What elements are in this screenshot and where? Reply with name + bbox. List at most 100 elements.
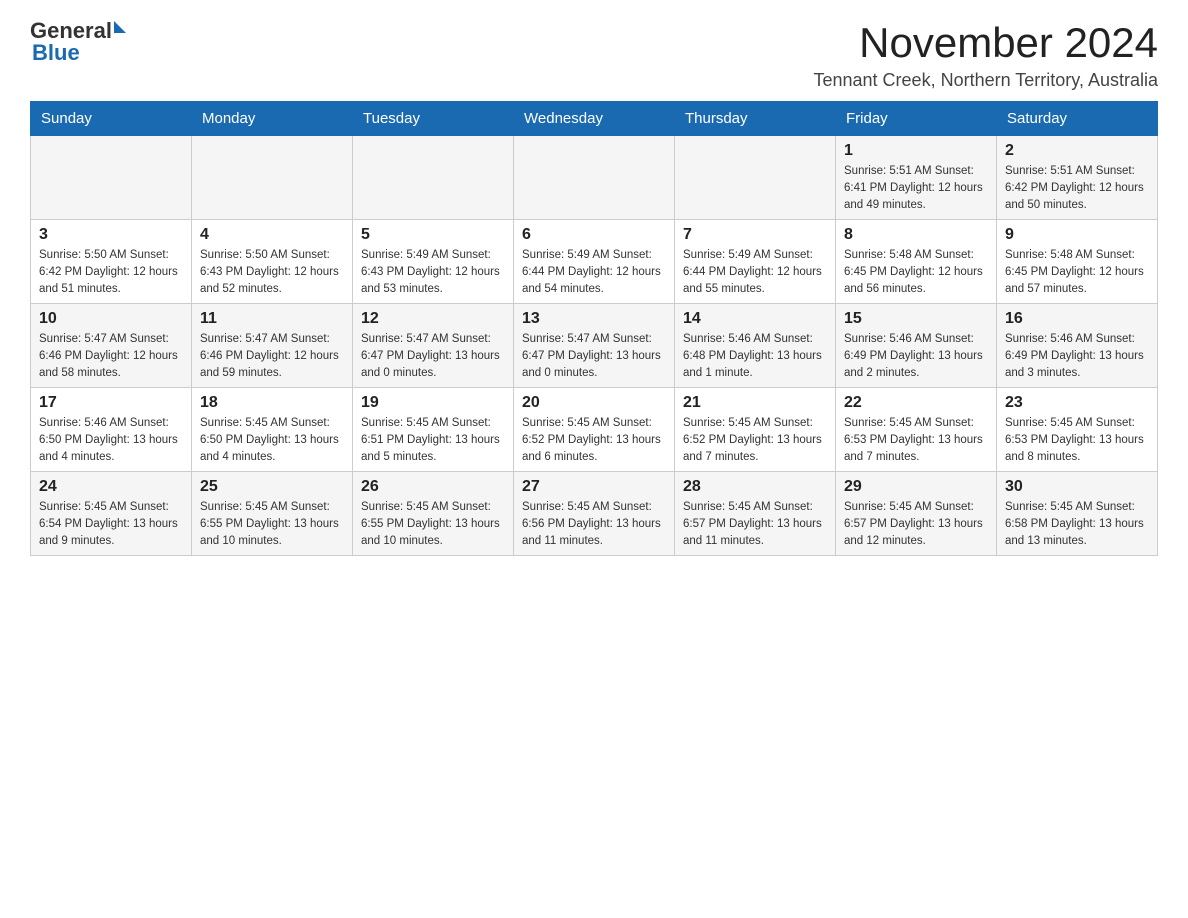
- calendar-cell: 1 Sunrise: 5:51 AM Sunset: 6:41 PM Daylig…: [836, 136, 997, 220]
- day-number: 4: [200, 226, 344, 244]
- day-info: Sunrise: 5:45 AM Sunset: 6:58 PM Dayligh…: [1005, 499, 1149, 549]
- day-info: Sunrise: 5:51 AM Sunset: 6:41 PM Dayligh…: [844, 163, 988, 213]
- calendar-cell: 17 Sunrise: 5:46 AM Sunset: 6:50 PM Dayli…: [31, 388, 192, 472]
- day-number: 19: [361, 394, 505, 412]
- calendar-cell: 24Sunrise: 5:45 AM Sunset: 6:54 PM Dayli…: [31, 472, 192, 556]
- page-header: General Blue November 2024 Tennant Creek…: [30, 20, 1158, 91]
- calendar-cell: [675, 136, 836, 220]
- day-info: Sunrise: 5:45 AM Sunset: 6:53 PM Dayligh…: [1005, 415, 1149, 465]
- calendar-cell: 25 Sunrise: 5:45 AM Sunset: 6:55 PM Dayli…: [192, 472, 353, 556]
- day-number: 26: [361, 478, 505, 496]
- day-number: 6: [522, 226, 666, 244]
- day-info: Sunrise: 5:50 AM Sunset: 6:42 PM Dayligh…: [39, 247, 183, 297]
- calendar-table: SundayMondayTuesdayWednesdayThursdayFrid…: [30, 101, 1158, 556]
- calendar-cell: [31, 136, 192, 220]
- calendar-cell: 27Sunrise: 5:45 AM Sunset: 6:56 PM Dayli…: [514, 472, 675, 556]
- calendar-cell: 28 Sunrise: 5:45 AM Sunset: 6:57 PM Dayli…: [675, 472, 836, 556]
- calendar-cell: 14 Sunrise: 5:46 AM Sunset: 6:48 PM Dayli…: [675, 304, 836, 388]
- title-block: November 2024 Tennant Creek, Northern Te…: [814, 20, 1159, 91]
- day-info: Sunrise: 5:48 AM Sunset: 6:45 PM Dayligh…: [1005, 247, 1149, 297]
- calendar-cell: 18 Sunrise: 5:45 AM Sunset: 6:50 PM Dayli…: [192, 388, 353, 472]
- day-info: Sunrise: 5:47 AM Sunset: 6:47 PM Dayligh…: [522, 331, 666, 381]
- day-info: Sunrise: 5:45 AM Sunset: 6:52 PM Dayligh…: [522, 415, 666, 465]
- location-subtitle: Tennant Creek, Northern Territory, Austr…: [814, 70, 1159, 91]
- day-header-thursday: Thursday: [675, 102, 836, 136]
- day-number: 17: [39, 394, 183, 412]
- calendar-cell: 10Sunrise: 5:47 AM Sunset: 6:46 PM Dayli…: [31, 304, 192, 388]
- day-number: 16: [1005, 310, 1149, 328]
- day-info: Sunrise: 5:45 AM Sunset: 6:51 PM Dayligh…: [361, 415, 505, 465]
- day-info: Sunrise: 5:49 AM Sunset: 6:43 PM Dayligh…: [361, 247, 505, 297]
- calendar-cell: [514, 136, 675, 220]
- day-header-monday: Monday: [192, 102, 353, 136]
- calendar-cell: 22 Sunrise: 5:45 AM Sunset: 6:53 PM Dayli…: [836, 388, 997, 472]
- day-header-wednesday: Wednesday: [514, 102, 675, 136]
- day-number: 24: [39, 478, 183, 496]
- calendar-cell: 29 Sunrise: 5:45 AM Sunset: 6:57 PM Dayli…: [836, 472, 997, 556]
- day-info: Sunrise: 5:45 AM Sunset: 6:57 PM Dayligh…: [844, 499, 988, 549]
- calendar-cell: 20 Sunrise: 5:45 AM Sunset: 6:52 PM Dayli…: [514, 388, 675, 472]
- calendar-cell: 30 Sunrise: 5:45 AM Sunset: 6:58 PM Dayli…: [997, 472, 1158, 556]
- calendar-cell: [353, 136, 514, 220]
- calendar-cell: 15Sunrise: 5:46 AM Sunset: 6:49 PM Dayli…: [836, 304, 997, 388]
- day-header-tuesday: Tuesday: [353, 102, 514, 136]
- day-info: Sunrise: 5:50 AM Sunset: 6:43 PM Dayligh…: [200, 247, 344, 297]
- day-number: 2: [1005, 142, 1149, 160]
- day-number: 21: [683, 394, 827, 412]
- day-info: Sunrise: 5:51 AM Sunset: 6:42 PM Dayligh…: [1005, 163, 1149, 213]
- day-number: 18: [200, 394, 344, 412]
- day-number: 9: [1005, 226, 1149, 244]
- day-number: 22: [844, 394, 988, 412]
- day-number: 23: [1005, 394, 1149, 412]
- calendar-week-row: 3 Sunrise: 5:50 AM Sunset: 6:42 PM Daylig…: [31, 220, 1158, 304]
- day-info: Sunrise: 5:47 AM Sunset: 6:46 PM Dayligh…: [200, 331, 344, 381]
- day-info: Sunrise: 5:46 AM Sunset: 6:48 PM Dayligh…: [683, 331, 827, 381]
- day-header-sunday: Sunday: [31, 102, 192, 136]
- day-number: 3: [39, 226, 183, 244]
- calendar-cell: 19 Sunrise: 5:45 AM Sunset: 6:51 PM Dayli…: [353, 388, 514, 472]
- calendar-cell: 3 Sunrise: 5:50 AM Sunset: 6:42 PM Daylig…: [31, 220, 192, 304]
- day-info: Sunrise: 5:45 AM Sunset: 6:57 PM Dayligh…: [683, 499, 827, 549]
- day-number: 8: [844, 226, 988, 244]
- day-info: Sunrise: 5:46 AM Sunset: 6:49 PM Dayligh…: [1005, 331, 1149, 381]
- day-number: 12: [361, 310, 505, 328]
- day-info: Sunrise: 5:45 AM Sunset: 6:53 PM Dayligh…: [844, 415, 988, 465]
- day-info: Sunrise: 5:45 AM Sunset: 6:52 PM Dayligh…: [683, 415, 827, 465]
- day-info: Sunrise: 5:49 AM Sunset: 6:44 PM Dayligh…: [683, 247, 827, 297]
- calendar-cell: 21 Sunrise: 5:45 AM Sunset: 6:52 PM Dayli…: [675, 388, 836, 472]
- day-number: 28: [683, 478, 827, 496]
- day-number: 29: [844, 478, 988, 496]
- day-info: Sunrise: 5:47 AM Sunset: 6:46 PM Dayligh…: [39, 331, 183, 381]
- day-number: 13: [522, 310, 666, 328]
- calendar-header-row: SundayMondayTuesdayWednesdayThursdayFrid…: [31, 102, 1158, 136]
- calendar-cell: 2 Sunrise: 5:51 AM Sunset: 6:42 PM Daylig…: [997, 136, 1158, 220]
- day-header-friday: Friday: [836, 102, 997, 136]
- calendar-cell: 13 Sunrise: 5:47 AM Sunset: 6:47 PM Dayli…: [514, 304, 675, 388]
- calendar-cell: 23 Sunrise: 5:45 AM Sunset: 6:53 PM Dayli…: [997, 388, 1158, 472]
- day-info: Sunrise: 5:45 AM Sunset: 6:55 PM Dayligh…: [361, 499, 505, 549]
- logo-general-text: General: [30, 20, 112, 42]
- calendar-cell: 9 Sunrise: 5:48 AM Sunset: 6:45 PM Daylig…: [997, 220, 1158, 304]
- day-number: 30: [1005, 478, 1149, 496]
- day-info: Sunrise: 5:45 AM Sunset: 6:50 PM Dayligh…: [200, 415, 344, 465]
- day-number: 27: [522, 478, 666, 496]
- calendar-cell: 8 Sunrise: 5:48 AM Sunset: 6:45 PM Daylig…: [836, 220, 997, 304]
- day-info: Sunrise: 5:45 AM Sunset: 6:55 PM Dayligh…: [200, 499, 344, 549]
- day-number: 14: [683, 310, 827, 328]
- calendar-cell: 5 Sunrise: 5:49 AM Sunset: 6:43 PM Daylig…: [353, 220, 514, 304]
- day-number: 20: [522, 394, 666, 412]
- calendar-cell: 11Sunrise: 5:47 AM Sunset: 6:46 PM Dayli…: [192, 304, 353, 388]
- day-number: 25: [200, 478, 344, 496]
- day-info: Sunrise: 5:46 AM Sunset: 6:50 PM Dayligh…: [39, 415, 183, 465]
- day-number: 1: [844, 142, 988, 160]
- calendar-cell: 6Sunrise: 5:49 AM Sunset: 6:44 PM Daylig…: [514, 220, 675, 304]
- day-number: 5: [361, 226, 505, 244]
- calendar-cell: [192, 136, 353, 220]
- calendar-cell: 4 Sunrise: 5:50 AM Sunset: 6:43 PM Daylig…: [192, 220, 353, 304]
- calendar-week-row: 1 Sunrise: 5:51 AM Sunset: 6:41 PM Daylig…: [31, 136, 1158, 220]
- day-number: 15: [844, 310, 988, 328]
- day-info: Sunrise: 5:48 AM Sunset: 6:45 PM Dayligh…: [844, 247, 988, 297]
- calendar-cell: 12Sunrise: 5:47 AM Sunset: 6:47 PM Dayli…: [353, 304, 514, 388]
- day-header-saturday: Saturday: [997, 102, 1158, 136]
- calendar-cell: 26 Sunrise: 5:45 AM Sunset: 6:55 PM Dayli…: [353, 472, 514, 556]
